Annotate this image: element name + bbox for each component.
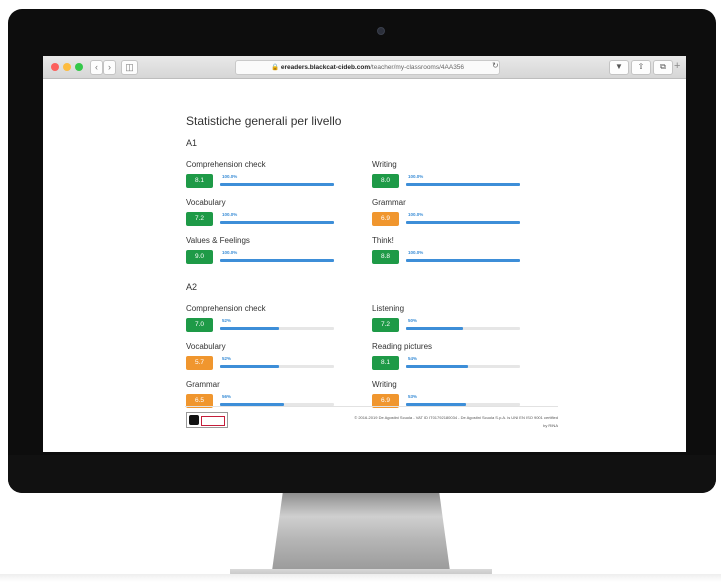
tabs-icon[interactable]: ⧉	[653, 60, 673, 75]
page-title: Statistiche generali per livello	[186, 114, 342, 128]
monitor-chin	[8, 455, 716, 493]
stat-label: Grammar	[372, 198, 406, 207]
level-heading-a2: A2	[186, 282, 198, 292]
score-badge: 8.0	[372, 174, 399, 188]
close-window-button[interactable]	[51, 63, 59, 71]
lock-icon: 🔒	[270, 64, 280, 71]
stat-label: Listening	[372, 304, 405, 313]
progress-fill	[406, 365, 468, 368]
monitor-stand	[272, 493, 450, 571]
score-badge: 6.9	[372, 212, 399, 226]
progress-fill	[220, 365, 280, 368]
copyright-text: © 2016-2019 De Agostini Scuola - VAT ID …	[273, 414, 558, 430]
percent-label: 54%	[408, 356, 418, 361]
stat-label: Vocabulary	[186, 198, 226, 207]
copyright-line-1: © 2016-2019 De Agostini Scuola - VAT ID …	[354, 415, 558, 420]
progress-track	[406, 327, 520, 330]
percent-label: 52%	[222, 356, 232, 361]
progress-track	[406, 365, 520, 368]
progress-track	[220, 327, 334, 330]
stat-card: Values & Feelings 9.0 100.0%	[186, 236, 386, 276]
reload-icon[interactable]: ↻	[492, 61, 499, 70]
progress-fill	[220, 183, 334, 186]
cat-icon	[189, 415, 199, 425]
download-icon[interactable]: ▼	[609, 60, 629, 75]
percent-label: 100.0%	[222, 174, 238, 179]
camera-icon	[377, 27, 385, 35]
progress-fill	[220, 221, 334, 224]
percent-label: 56%	[222, 394, 232, 399]
progress-fill	[220, 259, 334, 262]
score-badge: 8.1	[372, 356, 399, 370]
new-tab-icon[interactable]: +	[674, 60, 680, 72]
back-icon[interactable]: ‹	[90, 60, 103, 75]
progress-fill	[406, 259, 520, 262]
score-badge: 9.0	[186, 250, 213, 264]
progress-track	[406, 221, 520, 224]
score-badge: 7.2	[372, 318, 399, 332]
blackcat-logo	[186, 412, 228, 428]
percent-label: 53%	[408, 394, 418, 399]
percent-label: 50%	[408, 318, 418, 323]
stat-card: Comprehension check 7.0 52%	[186, 304, 386, 344]
maximize-window-button[interactable]	[75, 63, 83, 71]
brand-mark	[201, 416, 225, 426]
floor-shadow	[0, 574, 721, 582]
percent-label: 100.0%	[408, 250, 424, 255]
stat-label: Think!	[372, 236, 394, 245]
progress-track	[406, 183, 520, 186]
percent-label: 52%	[222, 318, 232, 323]
stat-card: Comprehension check 8.1 100.0%	[186, 160, 386, 200]
level-heading-a1: A1	[186, 138, 198, 148]
progress-fill	[220, 327, 280, 330]
minimize-window-button[interactable]	[63, 63, 71, 71]
percent-label: 100.0%	[222, 212, 238, 217]
browser-toolbar: ‹ › ◫ 🔒 ereaders.blackcat-cideb.com/teac…	[43, 56, 686, 79]
stat-card: Vocabulary 5.7 52%	[186, 342, 386, 382]
score-badge: 8.8	[372, 250, 399, 264]
address-bar[interactable]: 🔒 ereaders.blackcat-cideb.com/teacher/my…	[235, 60, 500, 75]
stat-card: Think! 8.8 100.0%	[372, 236, 572, 276]
stat-label: Writing	[372, 160, 397, 169]
stat-label: Comprehension check	[186, 304, 266, 313]
progress-fill	[406, 183, 520, 186]
progress-track	[220, 183, 334, 186]
score-badge: 5.7	[186, 356, 213, 370]
stat-label: Comprehension check	[186, 160, 266, 169]
sidebar-icon[interactable]: ◫	[121, 60, 138, 75]
stat-card: Vocabulary 7.2 100.0%	[186, 198, 386, 238]
share-icon[interactable]: ⇧	[631, 60, 651, 75]
progress-track	[220, 221, 334, 224]
stat-card: Grammar 6.9 100.0%	[372, 198, 572, 238]
percent-label: 100.0%	[408, 212, 424, 217]
percent-label: 100.0%	[408, 174, 424, 179]
progress-fill	[406, 221, 520, 224]
browser-window: ‹ › ◫ 🔒 ereaders.blackcat-cideb.com/teac…	[43, 56, 686, 452]
percent-label: 100.0%	[222, 250, 238, 255]
progress-track	[220, 259, 334, 262]
url-path: /teacher/my-classrooms/4AA356	[370, 64, 465, 71]
stat-card: Listening 7.2 50%	[372, 304, 572, 344]
score-badge: 7.0	[186, 318, 213, 332]
progress-track	[220, 365, 334, 368]
score-badge: 8.1	[186, 174, 213, 188]
stat-label: Grammar	[186, 380, 220, 389]
copyright-line-2: by RINA	[543, 423, 558, 428]
stat-label: Writing	[372, 380, 397, 389]
forward-icon[interactable]: ›	[103, 60, 116, 75]
stat-label: Reading pictures	[372, 342, 433, 351]
stat-card: Writing 8.0 100.0%	[372, 160, 572, 200]
progress-track	[406, 259, 520, 262]
progress-fill	[406, 327, 463, 330]
url-host: ereaders.blackcat-cideb.com	[280, 64, 371, 71]
stat-label: Values & Feelings	[186, 236, 250, 245]
footer-divider	[185, 406, 558, 407]
stat-label: Vocabulary	[186, 342, 226, 351]
stat-card: Reading pictures 8.1 54%	[372, 342, 572, 382]
score-badge: 7.2	[186, 212, 213, 226]
